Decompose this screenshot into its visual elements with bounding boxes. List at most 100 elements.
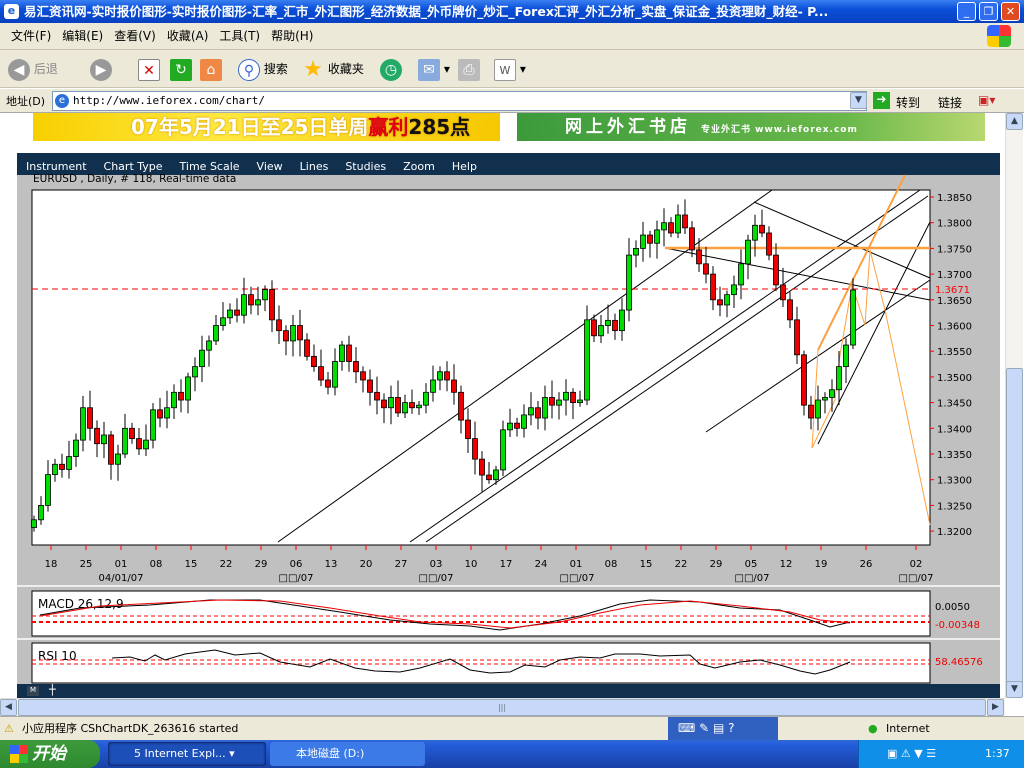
candle-body (164, 407, 170, 419)
x-tick-label: 15 (185, 559, 198, 570)
scroll-right-button[interactable]: ▶ (987, 699, 1004, 716)
x-tick-label: 02 (910, 559, 923, 570)
candle-body (304, 339, 310, 357)
x-tick-label: 01 (115, 559, 128, 570)
x-month-label: □□/07 (279, 573, 314, 584)
globe-icon: ● (868, 722, 878, 735)
candle-body (94, 427, 100, 445)
candle-body (675, 214, 681, 234)
language-bar[interactable]: ⌨ ✎ ▤ ? (668, 717, 778, 740)
candle-body (381, 399, 387, 409)
zone-label: Internet (886, 722, 930, 735)
horizontal-scrollbar[interactable]: ◀ ||| ▶ (0, 698, 1005, 716)
x-month-label: 04/01/07 (99, 573, 144, 584)
candle-body (850, 289, 856, 346)
system-tray: ▣ ⚠ ▼ ☰ 1:37 (858, 740, 1024, 768)
candle-body (521, 414, 527, 429)
candle-body (122, 427, 128, 455)
candle-body (66, 456, 72, 470)
x-tick-label: 17 (500, 559, 513, 570)
candle-body (472, 438, 478, 460)
candle-body (500, 429, 506, 471)
candle-body (535, 407, 541, 419)
y-tick-label: 1.3750 (937, 244, 972, 255)
candle-body (178, 391, 184, 401)
rsi-pane (31, 642, 931, 684)
candle-body (255, 299, 261, 306)
candle-body (325, 379, 331, 388)
x-month-label: □□/07 (560, 573, 595, 584)
candle-body (570, 391, 576, 404)
candle-body (402, 402, 408, 414)
candle-body (157, 409, 163, 419)
candle-body (808, 404, 814, 419)
candle-body (73, 439, 79, 457)
candle-body (276, 319, 282, 332)
candle-body (717, 299, 723, 306)
candle-body (199, 349, 205, 368)
x-tick-label: 18 (45, 559, 58, 570)
candle-body (423, 391, 429, 406)
candle-body (185, 376, 191, 401)
candle-body (409, 402, 415, 409)
scroll-up-button[interactable]: ▲ (1006, 113, 1023, 130)
candle-body (248, 294, 254, 306)
current-price-label: 1.3671 (935, 285, 970, 296)
candle-body (710, 273, 716, 301)
x-tick-label: 10 (465, 559, 478, 570)
x-tick-label: 26 (860, 559, 873, 570)
candle-body (318, 366, 324, 381)
candle-body (45, 474, 51, 506)
x-tick-label: 15 (640, 559, 653, 570)
candle-body (829, 389, 835, 398)
candle-body (563, 391, 569, 401)
candle-body (843, 344, 849, 368)
candle-body (801, 354, 807, 406)
tray-icons[interactable]: ▣ ⚠ ▼ ☰ (887, 740, 936, 768)
taskbar-item-drive[interactable]: 本地磁盘 (D:) (270, 742, 425, 766)
status-bar: ⚠ 小应用程序 CShChartDK_263616 started ⌨ ✎ ▤ … (0, 716, 1024, 740)
x-tick-label: 03 (430, 559, 443, 570)
candle-body (759, 224, 765, 234)
price-plot-area (31, 189, 931, 546)
task-label: 本地磁盘 (D:) (296, 747, 365, 760)
y-tick-label: 1.3850 (937, 193, 972, 204)
x-tick-label: 05 (745, 559, 758, 570)
candle-body (661, 222, 667, 231)
status-text: 小应用程序 CShChartDK_263616 started (22, 722, 239, 735)
scroll-thumb[interactable] (1006, 368, 1023, 688)
macd-value: -0.00348 (935, 620, 980, 631)
candle-body (451, 379, 457, 393)
candle-body (612, 319, 618, 332)
task-label: 5 Internet Expl... (134, 747, 226, 760)
macd-tick: 0.0050 (935, 602, 970, 613)
taskbar-item-ie[interactable]: 5 Internet Expl... ▾ (108, 742, 266, 766)
candle-body (556, 399, 562, 406)
candle-body (584, 319, 590, 401)
candle-body (143, 439, 149, 450)
candle-body (773, 254, 779, 286)
candle-body (647, 234, 653, 244)
scroll-down-button[interactable]: ▼ (1006, 681, 1023, 698)
x-tick-label: 08 (150, 559, 163, 570)
candle-body (192, 366, 198, 378)
candle-body (311, 355, 317, 368)
candle-body (528, 407, 534, 416)
candle-body (458, 391, 464, 421)
scroll-left-button[interactable]: ◀ (0, 699, 17, 716)
candle-body (227, 309, 233, 319)
x-tick-label: 24 (535, 559, 548, 570)
candle-body (262, 289, 268, 301)
candle-body (353, 361, 359, 373)
chart-svg[interactable]: 1.3850 1.3800 1.3750 1.3700 1.3650 1.3600 1.35… (0, 0, 1005, 698)
candle-body (549, 397, 555, 406)
rsi-label: RSI 10 (38, 649, 77, 663)
vertical-scrollbar[interactable]: ▲ ▼ (1005, 113, 1023, 698)
x-tick-label: 06 (290, 559, 303, 570)
candle-body (80, 407, 86, 441)
candle-body (731, 284, 737, 296)
scroll-thumb[interactable]: ||| (18, 699, 986, 716)
x-tick-label: 22 (220, 559, 233, 570)
candle-body (605, 319, 611, 326)
candle-body (374, 391, 380, 401)
